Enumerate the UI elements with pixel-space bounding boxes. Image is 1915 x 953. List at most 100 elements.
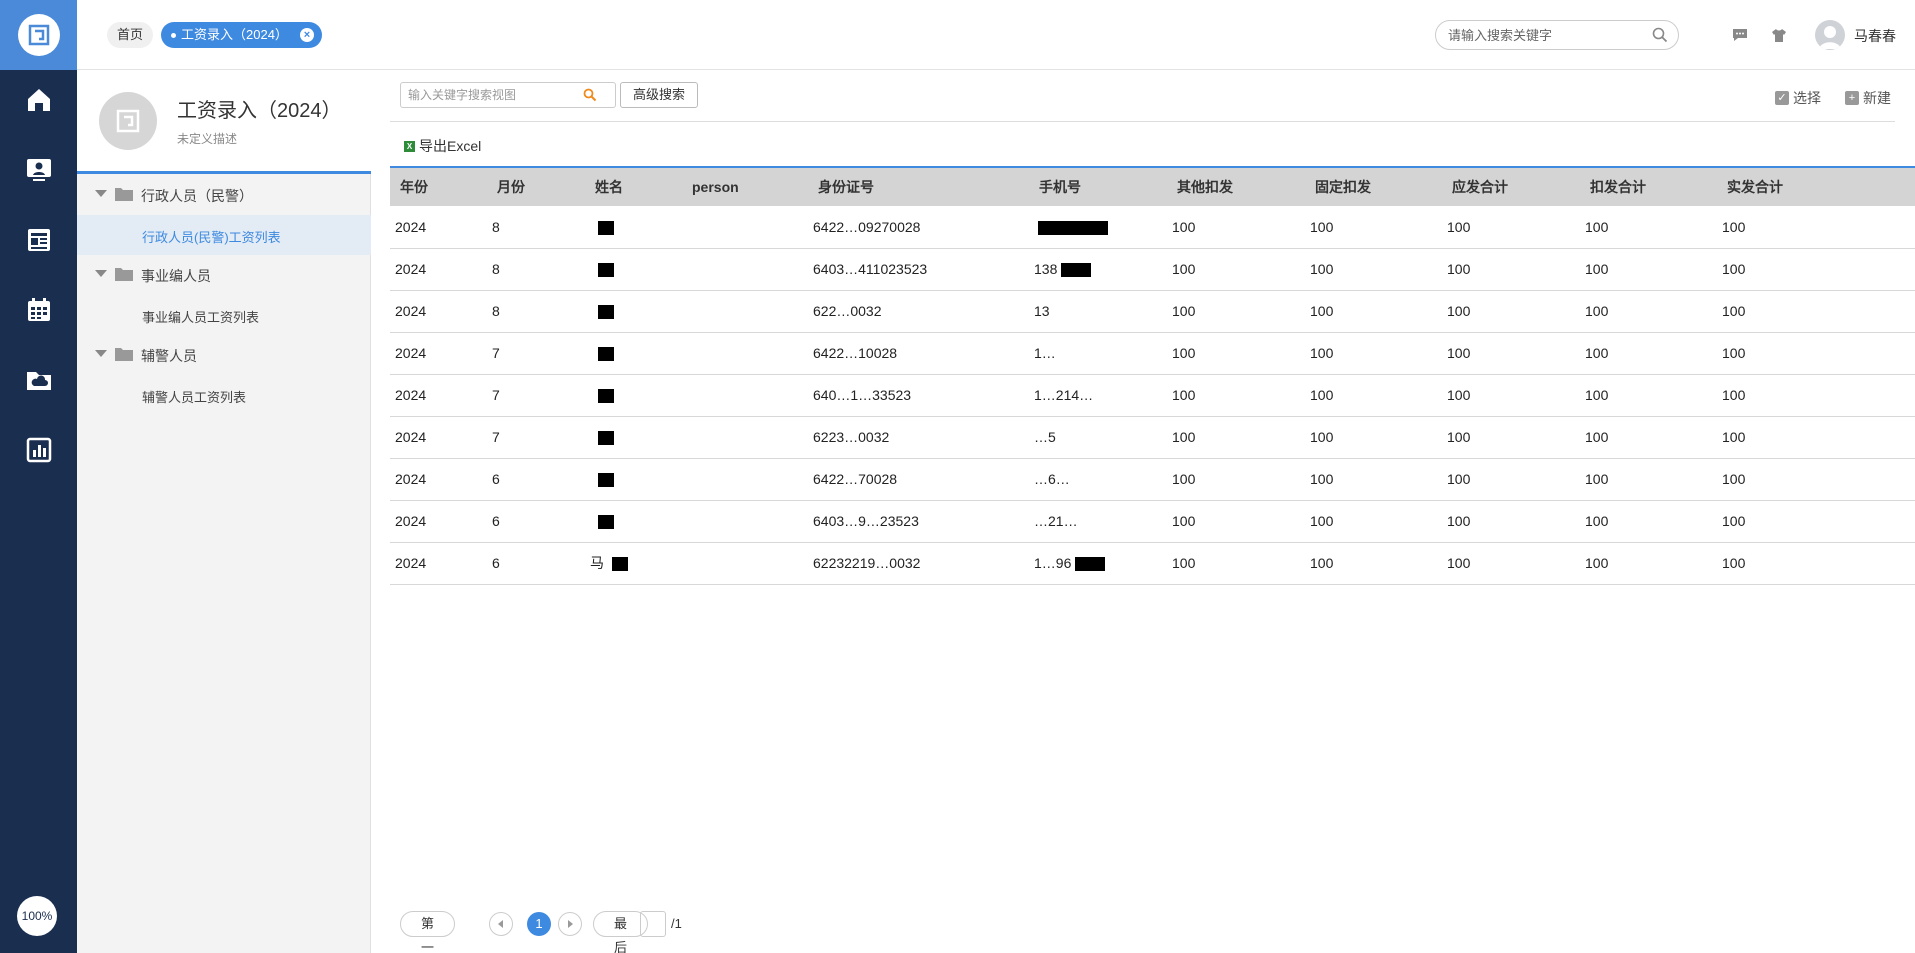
cell-text: 100 [1172,513,1196,529]
cell-text: 6422…09270028 [813,218,921,235]
page-jump-input[interactable] [640,911,666,937]
close-tab-icon[interactable]: × [299,28,314,42]
cell-year: 2024 [390,332,487,375]
column-header[interactable]: 操作 [1855,167,1915,206]
news-icon[interactable] [0,210,77,270]
column-header[interactable]: 扣发合计 [1580,167,1717,206]
select-button[interactable]: ✓ 选择 [1775,88,1821,108]
tree-group-auxiliary[interactable]: 辅警人员 [77,335,371,375]
cell-text: 640…1…33523 [813,387,912,403]
cell-fixed: 100 [1305,458,1442,501]
table-row[interactable]: 2024 7 6422…10028 1… 100 100 100 100 100 [390,332,1915,375]
cell-id: 6422…70028 [808,458,1029,501]
cell-text: 13 [1034,303,1050,319]
global-search-input[interactable] [1448,26,1638,44]
folder-icon [115,267,133,284]
export-excel-button[interactable]: X 导出Excel [404,136,481,156]
column-header[interactable]: 年份 [390,167,487,206]
table-row[interactable]: 2024 8 6422…09270028 100 100 100 100 100 [390,206,1915,249]
cell-fixed: 100 [1305,542,1442,585]
tree-item-admin-salary[interactable]: 行政人员(民警)工资列表 [77,215,371,255]
caret-down-icon[interactable] [95,350,107,357]
cell-fixed: 100 [1305,416,1442,459]
monitor-user-icon[interactable] [0,140,77,200]
cell-text: 100 [1310,387,1334,403]
panel-description: 未定义描述 [177,132,238,146]
caret-down-icon[interactable] [95,270,107,277]
cell-text: 100 [1172,261,1196,277]
prev-page-icon[interactable] [489,912,513,936]
table-row[interactable]: 2024 7 6223…0032 …5 100 100 100 100 100 [390,416,1915,459]
column-header[interactable]: person [682,167,808,206]
column-header[interactable]: 固定扣发 [1305,167,1442,206]
current-page[interactable]: 1 [527,912,551,936]
cell-text: 2024 [395,218,427,235]
cell-text: 100 [1310,555,1334,571]
cell-net: 100 [1717,374,1855,417]
app-logo[interactable] [0,0,77,70]
table-row[interactable]: 2024 7 640…1…33523 1…214… 100 100 100 100 100 [390,374,1915,417]
tab-active[interactable]: 工资录入（2024） × [161,22,322,48]
cell-actions [1855,458,1915,501]
cell-net: 100 [1717,290,1855,333]
table-row[interactable]: 2024 8 6403…411023523 138 100 100 100 100 100 [390,248,1915,291]
cell-year: 2024 [390,248,487,291]
cell-person [682,458,808,501]
column-header[interactable]: 身份证号 [808,167,1029,206]
view-search-input[interactable] [408,87,578,103]
column-header[interactable]: 其他扣发 [1167,167,1305,206]
cell-text: 100 [1172,218,1196,235]
cloud-folder-icon[interactable] [0,350,77,410]
caret-down-icon[interactable] [95,190,107,197]
cell-phone [1029,206,1167,249]
column-header[interactable]: 手机号 [1029,167,1167,206]
cell-month: 7 [487,374,585,417]
cell-person [682,332,808,375]
next-page-icon[interactable] [558,912,582,936]
first-page-button[interactable]: 第一页 [400,911,456,953]
new-button[interactable]: + 新建 [1845,88,1891,108]
column-header[interactable]: 姓名 [585,167,682,206]
cell-month: 8 [487,290,585,333]
cell-deduct: 100 [1580,500,1717,543]
redaction-block [598,473,614,488]
tab-home[interactable]: 首页 [107,22,154,48]
column-header[interactable]: 应发合计 [1442,167,1580,206]
message-icon[interactable] [1730,25,1750,45]
cell-text: 6 [492,513,500,529]
cell-fixed: 100 [1305,290,1442,333]
tree-group-label: 辅警人员 [141,348,197,364]
home-icon[interactable] [0,70,77,130]
table-row[interactable]: 2024 6 6422…70028 …6… 100 100 100 100 100 [390,458,1915,501]
table-row[interactable]: 2024 8 622…0032 13 100 100 100 100 100 [390,290,1915,333]
table-row[interactable]: 2024 6 6403…9…23523 …21… 100 100 100 100 100 [390,500,1915,543]
tree-group-institution[interactable]: 事业编人员 [77,255,371,295]
calendar-icon[interactable] [0,280,77,340]
cell-payable: 100 [1442,458,1580,501]
cell-net: 100 [1717,542,1855,585]
username[interactable]: 马春春 [1854,26,1896,46]
cell-year: 2024 [390,542,487,585]
cell-actions [1855,248,1915,291]
avatar[interactable] [1815,20,1845,50]
bar-chart-icon[interactable] [0,420,77,480]
shirt-icon[interactable] [1769,25,1789,45]
search-icon[interactable] [1652,27,1668,46]
tree-item-auxiliary-salary[interactable]: 辅警人员工资列表 [77,375,371,415]
excel-icon: X [404,140,415,152]
advanced-search-button[interactable]: 高级搜索 [620,82,698,108]
search-icon[interactable] [583,88,597,105]
cell-text: 100 [1310,471,1334,487]
cell-fixed: 100 [1305,248,1442,291]
tree-group-admin[interactable]: 行政人员（民警） [77,175,371,215]
cell-person [682,374,808,417]
zoom-level[interactable]: 100% [17,896,57,936]
cell-text: 6223…0032 [813,429,890,445]
column-header[interactable]: 月份 [487,167,585,206]
cell-text: 100 [1447,345,1471,361]
cell-text: 1…96 [1034,554,1072,571]
table-row[interactable]: 2024 6 马 62232219…0032 1…96 100 100 100 100 100 [390,542,1915,585]
column-header[interactable]: 实发合计 [1717,167,1855,206]
tree-item-institution-salary[interactable]: 事业编人员工资列表 [77,295,371,335]
cell-name: 马 [585,542,682,585]
